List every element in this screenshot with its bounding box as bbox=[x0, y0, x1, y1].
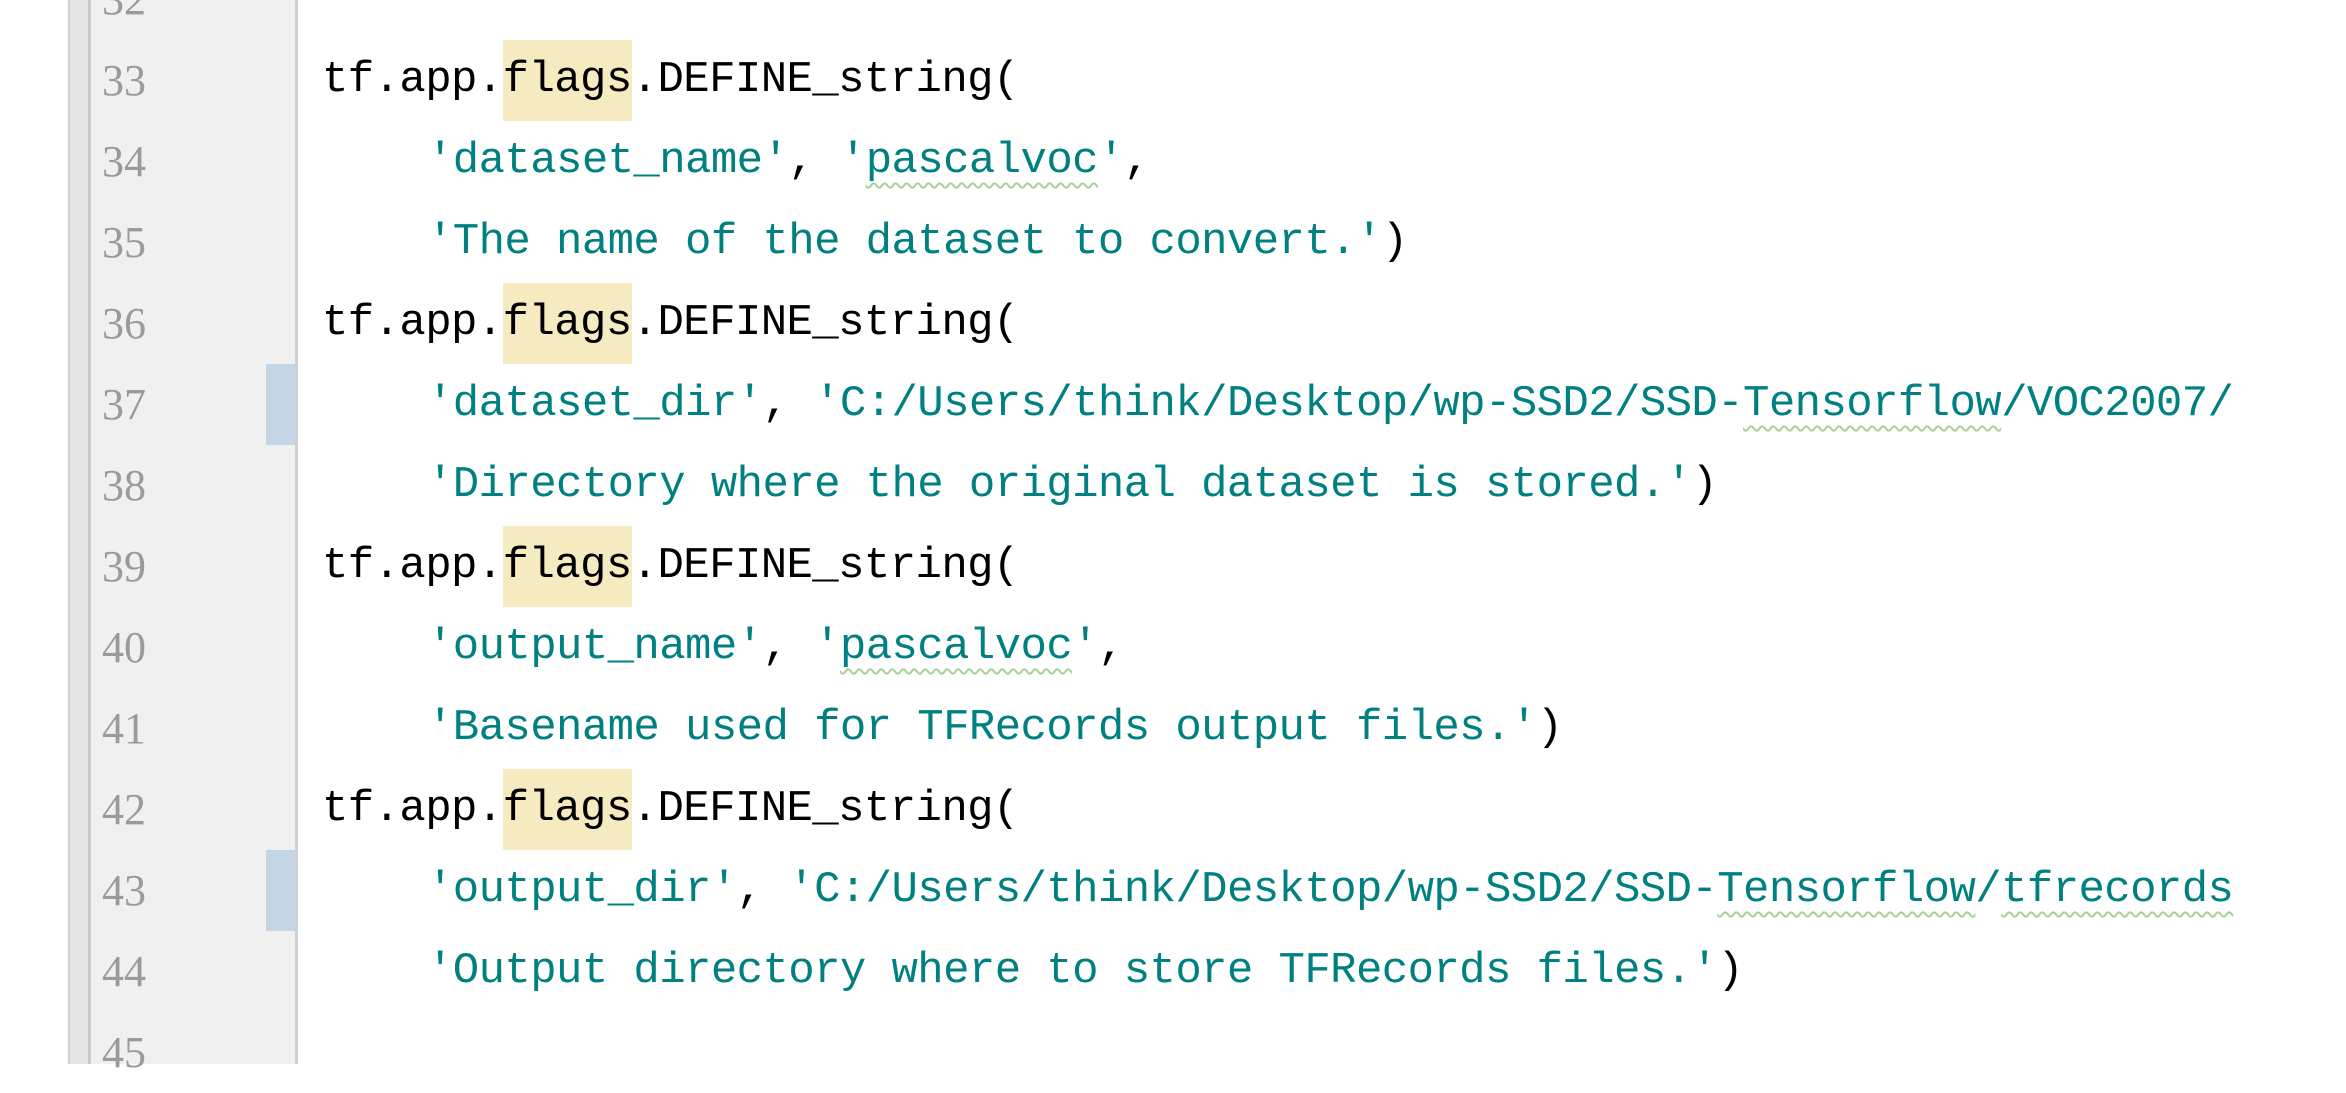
code-token: ) bbox=[1717, 946, 1744, 996]
code-text[interactable]: 'dataset_dir', 'C:/Users/think/Desktop/w… bbox=[322, 364, 2234, 445]
code-text[interactable]: 'Output directory where to store TFRecor… bbox=[322, 931, 1744, 1012]
line-number: 39 bbox=[102, 542, 146, 591]
code-line[interactable]: 37 'dataset_dir', 'C:/Users/think/Desktop… bbox=[0, 364, 2346, 445]
line-number: 43 bbox=[102, 866, 146, 915]
code-token: , bbox=[736, 865, 789, 915]
code-token: tf.app. bbox=[322, 55, 503, 105]
string-literal: 'Directory where the original dataset is… bbox=[427, 460, 1692, 510]
code-line[interactable]: 38 'Directory where the original dataset … bbox=[0, 445, 2346, 526]
code-token: ) bbox=[1536, 703, 1563, 753]
code-token: tf.app. bbox=[322, 541, 503, 591]
code-line[interactable]: 34 'dataset_name', 'pascalvoc', bbox=[0, 121, 2346, 202]
change-marker bbox=[266, 364, 296, 445]
code-token: tf.app. bbox=[322, 298, 503, 348]
spellcheck-flagged-word: Tensorflow bbox=[1717, 865, 1976, 915]
string-literal: ' bbox=[1097, 136, 1124, 186]
string-literal: 'output_name' bbox=[427, 622, 763, 672]
string-literal: / bbox=[1975, 865, 2002, 915]
change-marker bbox=[266, 850, 296, 931]
code-text[interactable]: 'output_name', 'pascalvoc', bbox=[322, 607, 1124, 688]
highlighted-occurrence: flags bbox=[502, 40, 632, 121]
string-literal: 'C:/Users/think/Desktop/wp-SSD2/SSD- bbox=[788, 865, 1718, 915]
line-number: 41 bbox=[102, 704, 146, 753]
string-literal: 'dataset_dir' bbox=[427, 379, 763, 429]
string-literal: 'The name of the dataset to convert.' bbox=[427, 217, 1382, 267]
code-line[interactable]: 43 'output_dir', 'C:/Users/think/Desktop/… bbox=[0, 850, 2346, 931]
code-token: .DEFINE_string( bbox=[631, 55, 1020, 105]
code-line[interactable]: 33 tf.app.flags.DEFINE_string( bbox=[0, 40, 2346, 121]
string-literal: 'C:/Users/think/Desktop/wp-SSD2/SSD- bbox=[814, 379, 1744, 429]
code-token: ) bbox=[1691, 460, 1718, 510]
line-number: 33 bbox=[102, 56, 146, 105]
code-line[interactable]: 39 tf.app.flags.DEFINE_string( bbox=[0, 526, 2346, 607]
string-literal: ' bbox=[1072, 622, 1098, 672]
code-text[interactable]: tf.app.flags.DEFINE_string( bbox=[322, 283, 1019, 364]
code-token: , bbox=[762, 622, 815, 672]
highlighted-occurrence: flags bbox=[502, 769, 632, 850]
line-number: 45 bbox=[102, 1028, 146, 1077]
code-token: , bbox=[788, 136, 840, 186]
code-line[interactable]: 32 bbox=[0, 0, 2346, 40]
code-line[interactable]: 40 'output_name', 'pascalvoc', bbox=[0, 607, 2346, 688]
code-text[interactable]: 'Basename used for TFRecords output file… bbox=[322, 688, 1563, 769]
code-token: .DEFINE_string( bbox=[631, 298, 1020, 348]
code-line[interactable]: 42 tf.app.flags.DEFINE_string( bbox=[0, 769, 2346, 850]
line-number: 42 bbox=[102, 785, 146, 834]
string-literal: ' bbox=[814, 622, 840, 672]
code-text[interactable]: 'Directory where the original dataset is… bbox=[322, 445, 1718, 526]
code-text[interactable]: 'output_dir', 'C:/Users/think/Desktop/wp… bbox=[322, 850, 2234, 931]
line-number: 37 bbox=[102, 380, 146, 429]
code-token: , bbox=[1123, 136, 1150, 186]
code-token: tf.app. bbox=[322, 784, 503, 834]
line-number: 34 bbox=[102, 137, 146, 186]
string-literal: 'Output directory where to store TFRecor… bbox=[427, 946, 1718, 996]
string-literal: 'output_dir' bbox=[427, 865, 737, 915]
highlighted-occurrence: flags bbox=[502, 526, 632, 607]
line-number: 35 bbox=[102, 218, 146, 267]
code-line[interactable]: 36 tf.app.flags.DEFINE_string( bbox=[0, 283, 2346, 364]
spellcheck-flagged-word: Tensorflow bbox=[1743, 379, 2002, 429]
code-text[interactable]: 'dataset_name', 'pascalvoc', bbox=[322, 121, 1150, 202]
line-number: 38 bbox=[102, 461, 146, 510]
spellcheck-flagged-word: tfrecords bbox=[2001, 865, 2234, 915]
string-literal: 'Basename used for TFRecords output file… bbox=[427, 703, 1537, 753]
line-number: 32 bbox=[102, 0, 202, 40]
string-literal: 'dataset_name' bbox=[427, 136, 789, 186]
code-text[interactable]: tf.app.flags.DEFINE_string( bbox=[322, 769, 1019, 850]
string-literal: ' bbox=[839, 136, 866, 186]
code-token: ) bbox=[1381, 217, 1408, 267]
spellcheck-flagged-word: pascalvoc bbox=[839, 622, 1073, 672]
code-line[interactable]: 41 'Basename used for TFRecords output fi… bbox=[0, 688, 2346, 769]
highlighted-occurrence: flags bbox=[502, 283, 632, 364]
code-token: , bbox=[1097, 622, 1124, 672]
spellcheck-flagged-word: pascalvoc bbox=[865, 136, 1099, 186]
code-line[interactable]: 44 'Output directory where to store TFRec… bbox=[0, 931, 2346, 1012]
code-token: .DEFINE_string( bbox=[631, 784, 1020, 834]
line-number: 40 bbox=[102, 623, 146, 672]
code-line[interactable]: 45 bbox=[0, 1012, 2346, 1093]
line-number: 44 bbox=[102, 947, 146, 996]
code-token: .DEFINE_string( bbox=[631, 541, 1020, 591]
line-number: 36 bbox=[102, 299, 146, 348]
code-text[interactable]: 'The name of the dataset to convert.') bbox=[322, 202, 1408, 283]
code-text[interactable]: tf.app.flags.DEFINE_string( bbox=[322, 526, 1019, 607]
string-literal: /VOC2007/ bbox=[2001, 379, 2234, 429]
code-line[interactable]: 35 'The name of the dataset to convert.') bbox=[0, 202, 2346, 283]
code-text[interactable]: tf.app.flags.DEFINE_string( bbox=[322, 40, 1019, 121]
code-token: , bbox=[762, 379, 815, 429]
